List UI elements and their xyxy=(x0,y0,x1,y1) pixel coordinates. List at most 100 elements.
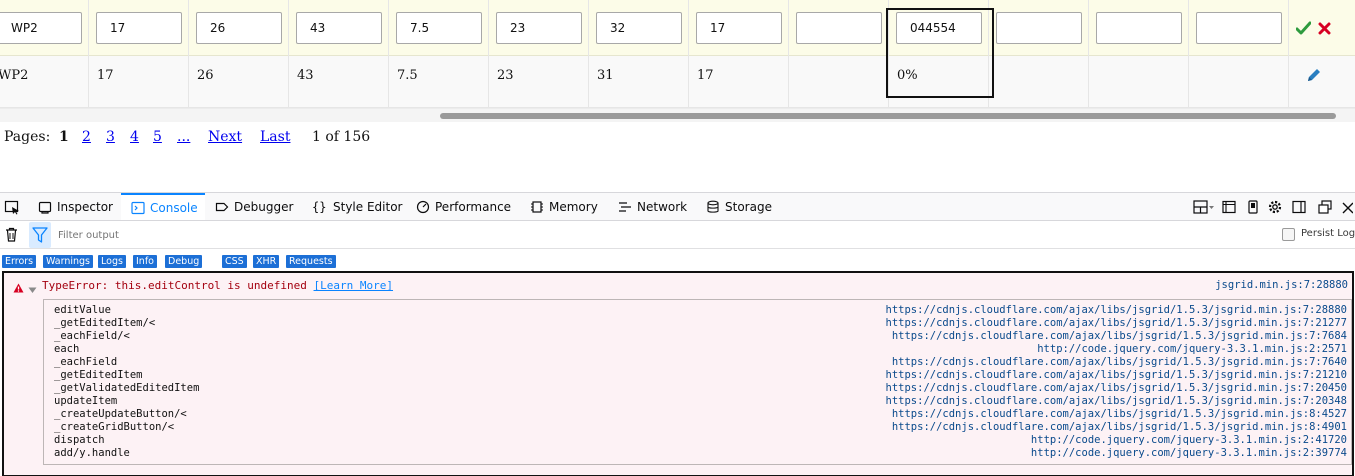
edit-field-col9[interactable] xyxy=(796,12,882,44)
edit-field-col5[interactable] xyxy=(396,12,482,44)
filter-xhr[interactable]: XHR xyxy=(253,255,280,268)
tab-label: Inspector xyxy=(57,200,113,214)
frame-location-link[interactable]: http://code.jquery.com/jquery-3.3.1.min.… xyxy=(1031,447,1347,460)
stack-frame: editValue https://cdnjs.cloudflare.com/aj… xyxy=(44,304,1351,317)
stack-frame: add/y.handle http://code.jquery.com/jquer… xyxy=(44,447,1351,460)
chevron-down-icon[interactable] xyxy=(28,283,37,297)
frame-location-link[interactable]: https://cdnjs.cloudflare.com/ajax/libs/j… xyxy=(892,421,1347,434)
column-divider xyxy=(1188,0,1189,108)
filter-output-input[interactable] xyxy=(58,227,358,243)
tab-label: Console xyxy=(150,200,198,215)
edit-field-col13[interactable] xyxy=(1196,12,1282,44)
scratchpad-icon[interactable] xyxy=(1222,200,1236,214)
pager-next[interactable]: Next xyxy=(208,129,242,145)
edit-field-col4[interactable] xyxy=(296,12,382,44)
gear-icon[interactable] xyxy=(1268,200,1282,214)
filter-info[interactable]: Info xyxy=(133,255,157,268)
persist-logs-toggle[interactable]: Persist Logs xyxy=(1282,228,1355,242)
filter-bar: Persist Logs xyxy=(0,222,1355,249)
frame-function: _eachField xyxy=(54,356,118,368)
pager-summary: 1 of 156 xyxy=(312,129,371,145)
debugger-icon xyxy=(215,202,229,212)
column-divider xyxy=(588,0,589,108)
cell-col4: 43 xyxy=(297,68,314,83)
tab-memory[interactable]: Memory xyxy=(530,193,598,221)
devtools-panel: Inspector Console Debugger {} Style Edit… xyxy=(0,192,1355,476)
tab-label: Storage xyxy=(725,200,772,214)
separate-window-icon[interactable] xyxy=(1318,200,1332,214)
console-error-message[interactable]: TypeError: this.editControl is undefined… xyxy=(2,271,1354,476)
close-icon[interactable] xyxy=(1318,22,1331,38)
filter-warnings[interactable]: Warnings xyxy=(43,255,94,268)
edit-field-name[interactable] xyxy=(0,12,82,44)
filter-errors[interactable]: Errors xyxy=(2,255,37,268)
stack-frame: _eachField https://cdnjs.cloudflare.com/a… xyxy=(44,356,1351,369)
edit-field-col2[interactable] xyxy=(96,12,182,44)
scrollbar-thumb[interactable] xyxy=(440,113,1336,119)
split-console-icon[interactable] xyxy=(1292,200,1306,214)
error-source-link[interactable]: jsgrid.min.js:7:28880 xyxy=(1215,279,1348,291)
frame-location-link[interactable]: https://cdnjs.cloudflare.com/ajax/libs/j… xyxy=(892,330,1347,343)
stack-frame: each http://code.jquery.com/jquery-3.3.1.… xyxy=(44,343,1351,356)
close-devtools-icon[interactable] xyxy=(1341,200,1354,214)
column-divider xyxy=(188,0,189,108)
tab-storage[interactable]: Storage xyxy=(706,193,772,221)
edit-field-col6[interactable] xyxy=(496,12,582,44)
tab-inspector[interactable]: Inspector xyxy=(38,193,113,221)
edit-field-col7[interactable] xyxy=(596,12,682,44)
trash-icon[interactable] xyxy=(5,227,18,245)
filter-logs[interactable]: Logs xyxy=(98,255,126,268)
pager-page-4[interactable]: 4 xyxy=(130,129,139,145)
frame-location-link[interactable]: https://cdnjs.cloudflare.com/ajax/libs/j… xyxy=(892,356,1347,369)
pager-ellipsis[interactable]: ... xyxy=(177,129,190,145)
filter-requests[interactable]: Requests xyxy=(286,255,336,268)
frame-location-link[interactable]: http://code.jquery.com/jquery-3.3.1.min.… xyxy=(1031,434,1347,447)
pager-current-page: 1 xyxy=(59,129,69,145)
tab-performance[interactable]: Performance xyxy=(416,193,511,221)
frame-location-link[interactable]: https://cdnjs.cloudflare.com/ajax/libs/j… xyxy=(886,395,1347,408)
dock-options-icon[interactable] xyxy=(1193,200,1215,214)
pencil-icon[interactable] xyxy=(1306,67,1322,86)
frame-location-link[interactable]: https://cdnjs.cloudflare.com/ajax/libs/j… xyxy=(886,304,1347,317)
frame-location-link[interactable]: https://cdnjs.cloudflare.com/ajax/libs/j… xyxy=(886,382,1347,395)
frame-function: _getEditedItem/< xyxy=(54,317,156,329)
column-divider xyxy=(1088,0,1089,108)
tab-debugger[interactable]: Debugger xyxy=(215,193,293,221)
frame-location-link[interactable]: https://cdnjs.cloudflare.com/ajax/libs/j… xyxy=(886,317,1347,330)
frame-function: editValue xyxy=(54,304,111,316)
stack-frame: _eachField/< https://cdnjs.cloudflare.com… xyxy=(44,330,1351,343)
tab-network[interactable]: Network xyxy=(618,193,687,221)
element-picker-icon[interactable] xyxy=(4,193,22,221)
pager-last[interactable]: Last xyxy=(260,129,290,145)
tab-console[interactable]: Console xyxy=(121,193,205,220)
frame-location-link[interactable]: http://code.jquery.com/jquery-3.3.1.min.… xyxy=(1037,343,1347,356)
filter-css[interactable]: CSS xyxy=(222,255,247,268)
edit-field-col12[interactable] xyxy=(1096,12,1182,44)
filter-debug[interactable]: Debug xyxy=(165,255,203,268)
filter-icon[interactable] xyxy=(29,222,51,248)
stack-frame: _getEditedItem https://cdnjs.cloudflare.c… xyxy=(44,369,1351,382)
error-icon xyxy=(13,282,24,296)
edit-field-col11[interactable] xyxy=(996,12,1082,44)
horizontal-scrollbar[interactable] xyxy=(0,108,1355,122)
stack-frame: updateItem https://cdnjs.cloudflare.com/a… xyxy=(44,395,1351,408)
frame-function: each xyxy=(54,343,80,355)
pager-page-5[interactable]: 5 xyxy=(153,129,162,145)
tab-style-editor[interactable]: {} Style Editor xyxy=(312,193,402,221)
frame-location-link[interactable]: https://cdnjs.cloudflare.com/ajax/libs/j… xyxy=(886,369,1347,382)
pager-page-2[interactable]: 2 xyxy=(82,129,91,145)
frame-function: updateItem xyxy=(54,395,118,407)
checkmark-icon[interactable] xyxy=(1295,21,1312,38)
edit-field-col3[interactable] xyxy=(196,12,282,44)
edit-field-col8[interactable] xyxy=(696,12,782,44)
frame-function: _createGridButton/< xyxy=(54,421,175,433)
learn-more-link[interactable]: [Learn More] xyxy=(314,279,393,292)
persist-logs-checkbox[interactable] xyxy=(1282,228,1295,241)
tab-label: Debugger xyxy=(234,200,294,214)
persist-logs-label: Persist Logs xyxy=(1301,228,1355,239)
pager-label: Pages: xyxy=(4,129,51,145)
cell-col6: 23 xyxy=(497,68,514,83)
responsive-design-icon[interactable] xyxy=(1246,200,1260,214)
frame-location-link[interactable]: https://cdnjs.cloudflare.com/ajax/libs/j… xyxy=(892,408,1347,421)
pager-page-3[interactable]: 3 xyxy=(106,129,115,145)
